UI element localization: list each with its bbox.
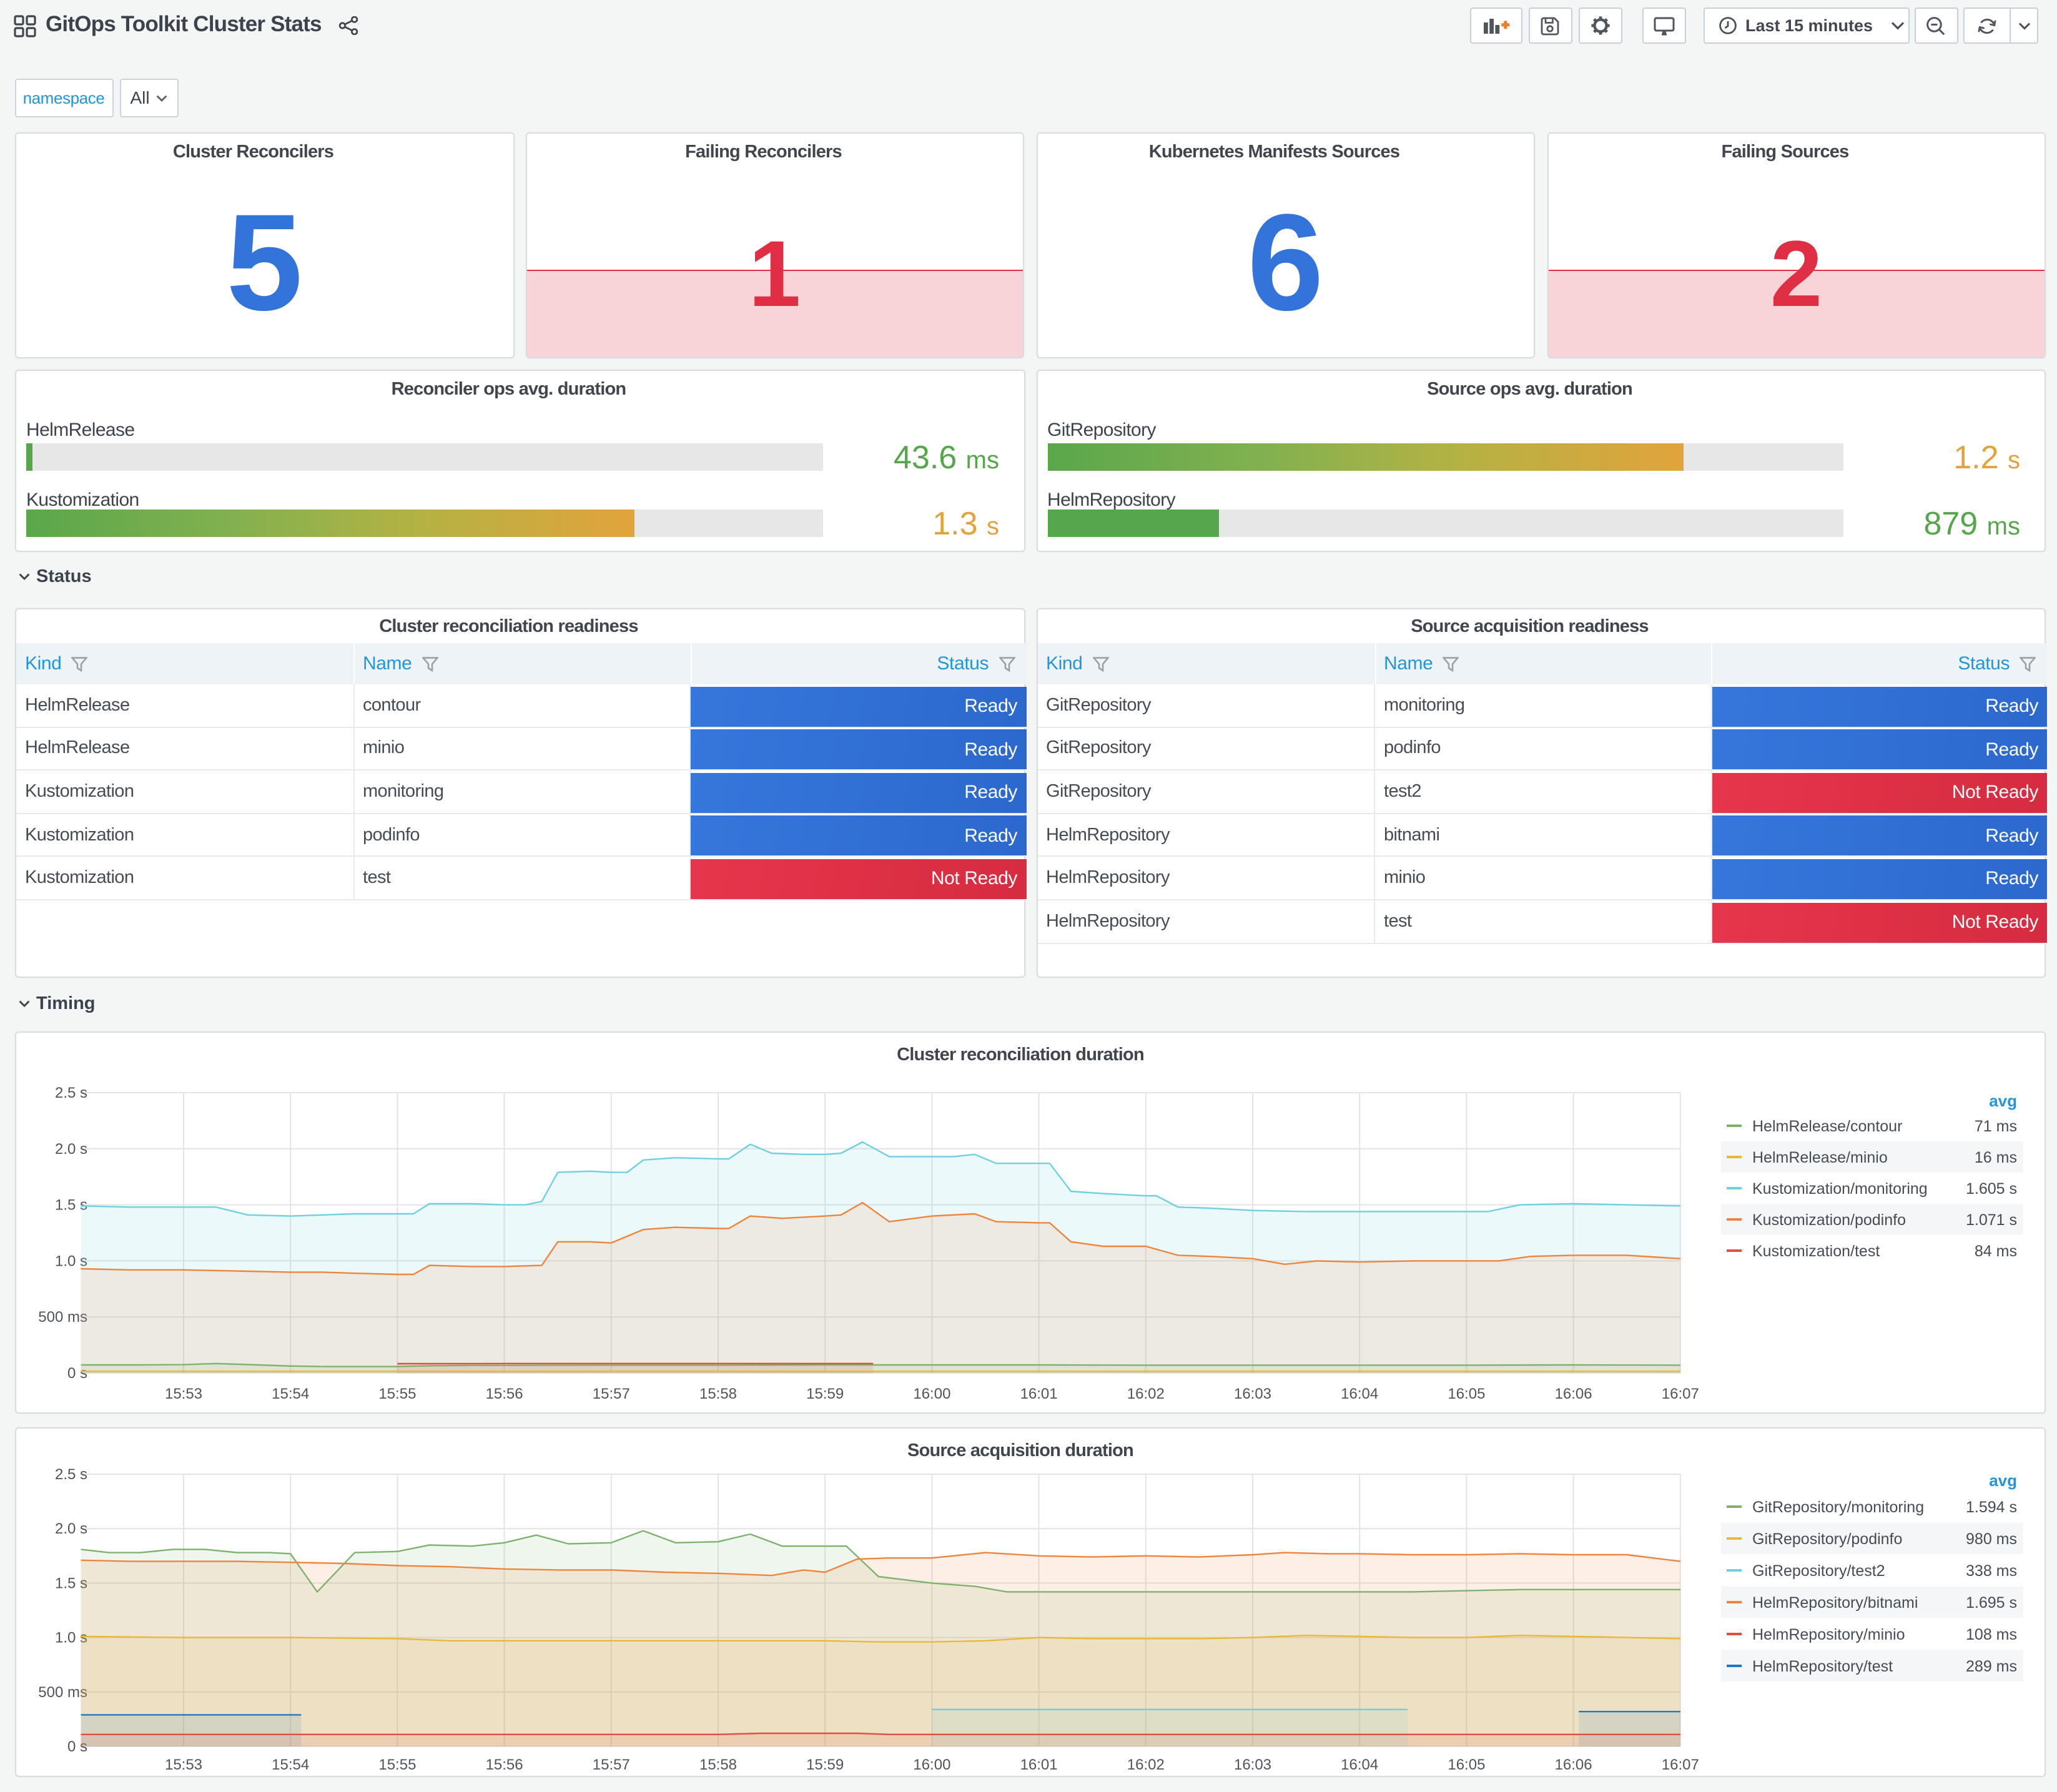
svg-text:500 ms: 500 ms	[38, 1683, 87, 1700]
svg-text:Kustomization/monitoring: Kustomization/monitoring	[1752, 1180, 1928, 1198]
svg-text:1.605 s: 1.605 s	[1966, 1180, 2017, 1198]
svg-text:HelmRepository/test: HelmRepository/test	[1752, 1657, 1893, 1675]
svg-text:15:58: 15:58	[699, 1386, 737, 1402]
svg-text:15:59: 15:59	[806, 1386, 844, 1402]
svg-text:1.695 s: 1.695 s	[1966, 1593, 2017, 1611]
svg-text:16:06: 16:06	[1555, 1386, 1592, 1402]
svg-text:338 ms: 338 ms	[1966, 1562, 2017, 1579]
svg-text:HelmRelease/contour: HelmRelease/contour	[1752, 1118, 1902, 1135]
svg-text:2.0 s: 2.0 s	[55, 1141, 87, 1158]
svg-text:Cluster reconciliation duratio: Cluster reconciliation duration	[897, 1045, 1144, 1065]
svg-text:16:07: 16:07	[1662, 1756, 1699, 1773]
svg-text:16:04: 16:04	[1341, 1756, 1378, 1773]
svg-text:GitRepository/podinfo: GitRepository/podinfo	[1752, 1530, 1902, 1547]
svg-text:avg: avg	[1989, 1091, 2017, 1110]
svg-text:Source acquisition duration: Source acquisition duration	[907, 1440, 1133, 1460]
svg-text:16:03: 16:03	[1234, 1386, 1271, 1402]
svg-text:15:56: 15:56	[486, 1386, 523, 1402]
svg-text:500 ms: 500 ms	[38, 1309, 87, 1326]
svg-text:16:06: 16:06	[1555, 1756, 1592, 1773]
svg-text:16:02: 16:02	[1127, 1756, 1165, 1773]
svg-text:15:55: 15:55	[378, 1756, 416, 1773]
svg-text:84 ms: 84 ms	[1975, 1243, 2017, 1260]
svg-text:1.594 s: 1.594 s	[1966, 1498, 2017, 1515]
svg-text:HelmRelease/minio: HelmRelease/minio	[1752, 1149, 1888, 1166]
svg-text:71 ms: 71 ms	[1975, 1118, 2017, 1135]
svg-text:16:07: 16:07	[1662, 1386, 1699, 1402]
svg-text:16:05: 16:05	[1448, 1386, 1485, 1402]
svg-text:16:01: 16:01	[1020, 1756, 1058, 1773]
svg-text:15:57: 15:57	[593, 1756, 630, 1773]
svg-text:15:57: 15:57	[593, 1386, 630, 1402]
svg-text:15:59: 15:59	[806, 1756, 844, 1773]
svg-text:GitRepository/monitoring: GitRepository/monitoring	[1752, 1498, 1924, 1515]
svg-text:HelmRepository/minio: HelmRepository/minio	[1752, 1625, 1905, 1643]
svg-text:Kustomization/podinfo: Kustomization/podinfo	[1752, 1211, 1906, 1229]
svg-text:16:01: 16:01	[1020, 1386, 1058, 1402]
svg-text:Kustomization/test: Kustomization/test	[1752, 1243, 1880, 1260]
svg-text:16 ms: 16 ms	[1975, 1149, 2017, 1166]
svg-text:15:54: 15:54	[272, 1756, 309, 1773]
svg-text:15:53: 15:53	[165, 1386, 202, 1402]
svg-text:2.0 s: 2.0 s	[55, 1520, 87, 1537]
svg-text:1.071 s: 1.071 s	[1966, 1211, 2017, 1229]
svg-text:15:58: 15:58	[699, 1756, 737, 1773]
svg-text:2.5 s: 2.5 s	[55, 1465, 87, 1482]
svg-text:980 ms: 980 ms	[1966, 1530, 2017, 1547]
svg-text:289 ms: 289 ms	[1966, 1657, 2017, 1675]
svg-text:16:02: 16:02	[1127, 1386, 1165, 1402]
svg-text:2.5 s: 2.5 s	[55, 1085, 87, 1101]
svg-text:16:03: 16:03	[1234, 1756, 1271, 1773]
svg-text:108 ms: 108 ms	[1966, 1625, 2017, 1643]
svg-text:15:54: 15:54	[272, 1386, 309, 1402]
svg-text:HelmRepository/bitnami: HelmRepository/bitnami	[1752, 1593, 1918, 1611]
svg-text:16:04: 16:04	[1341, 1386, 1378, 1402]
svg-text:15:55: 15:55	[378, 1386, 416, 1402]
svg-text:avg: avg	[1989, 1470, 2017, 1489]
svg-text:GitRepository/test2: GitRepository/test2	[1752, 1562, 1885, 1579]
svg-text:16:00: 16:00	[913, 1756, 950, 1773]
svg-text:15:56: 15:56	[486, 1756, 523, 1773]
svg-text:15:53: 15:53	[165, 1756, 202, 1773]
svg-text:16:00: 16:00	[913, 1386, 950, 1402]
svg-text:16:05: 16:05	[1448, 1756, 1485, 1773]
